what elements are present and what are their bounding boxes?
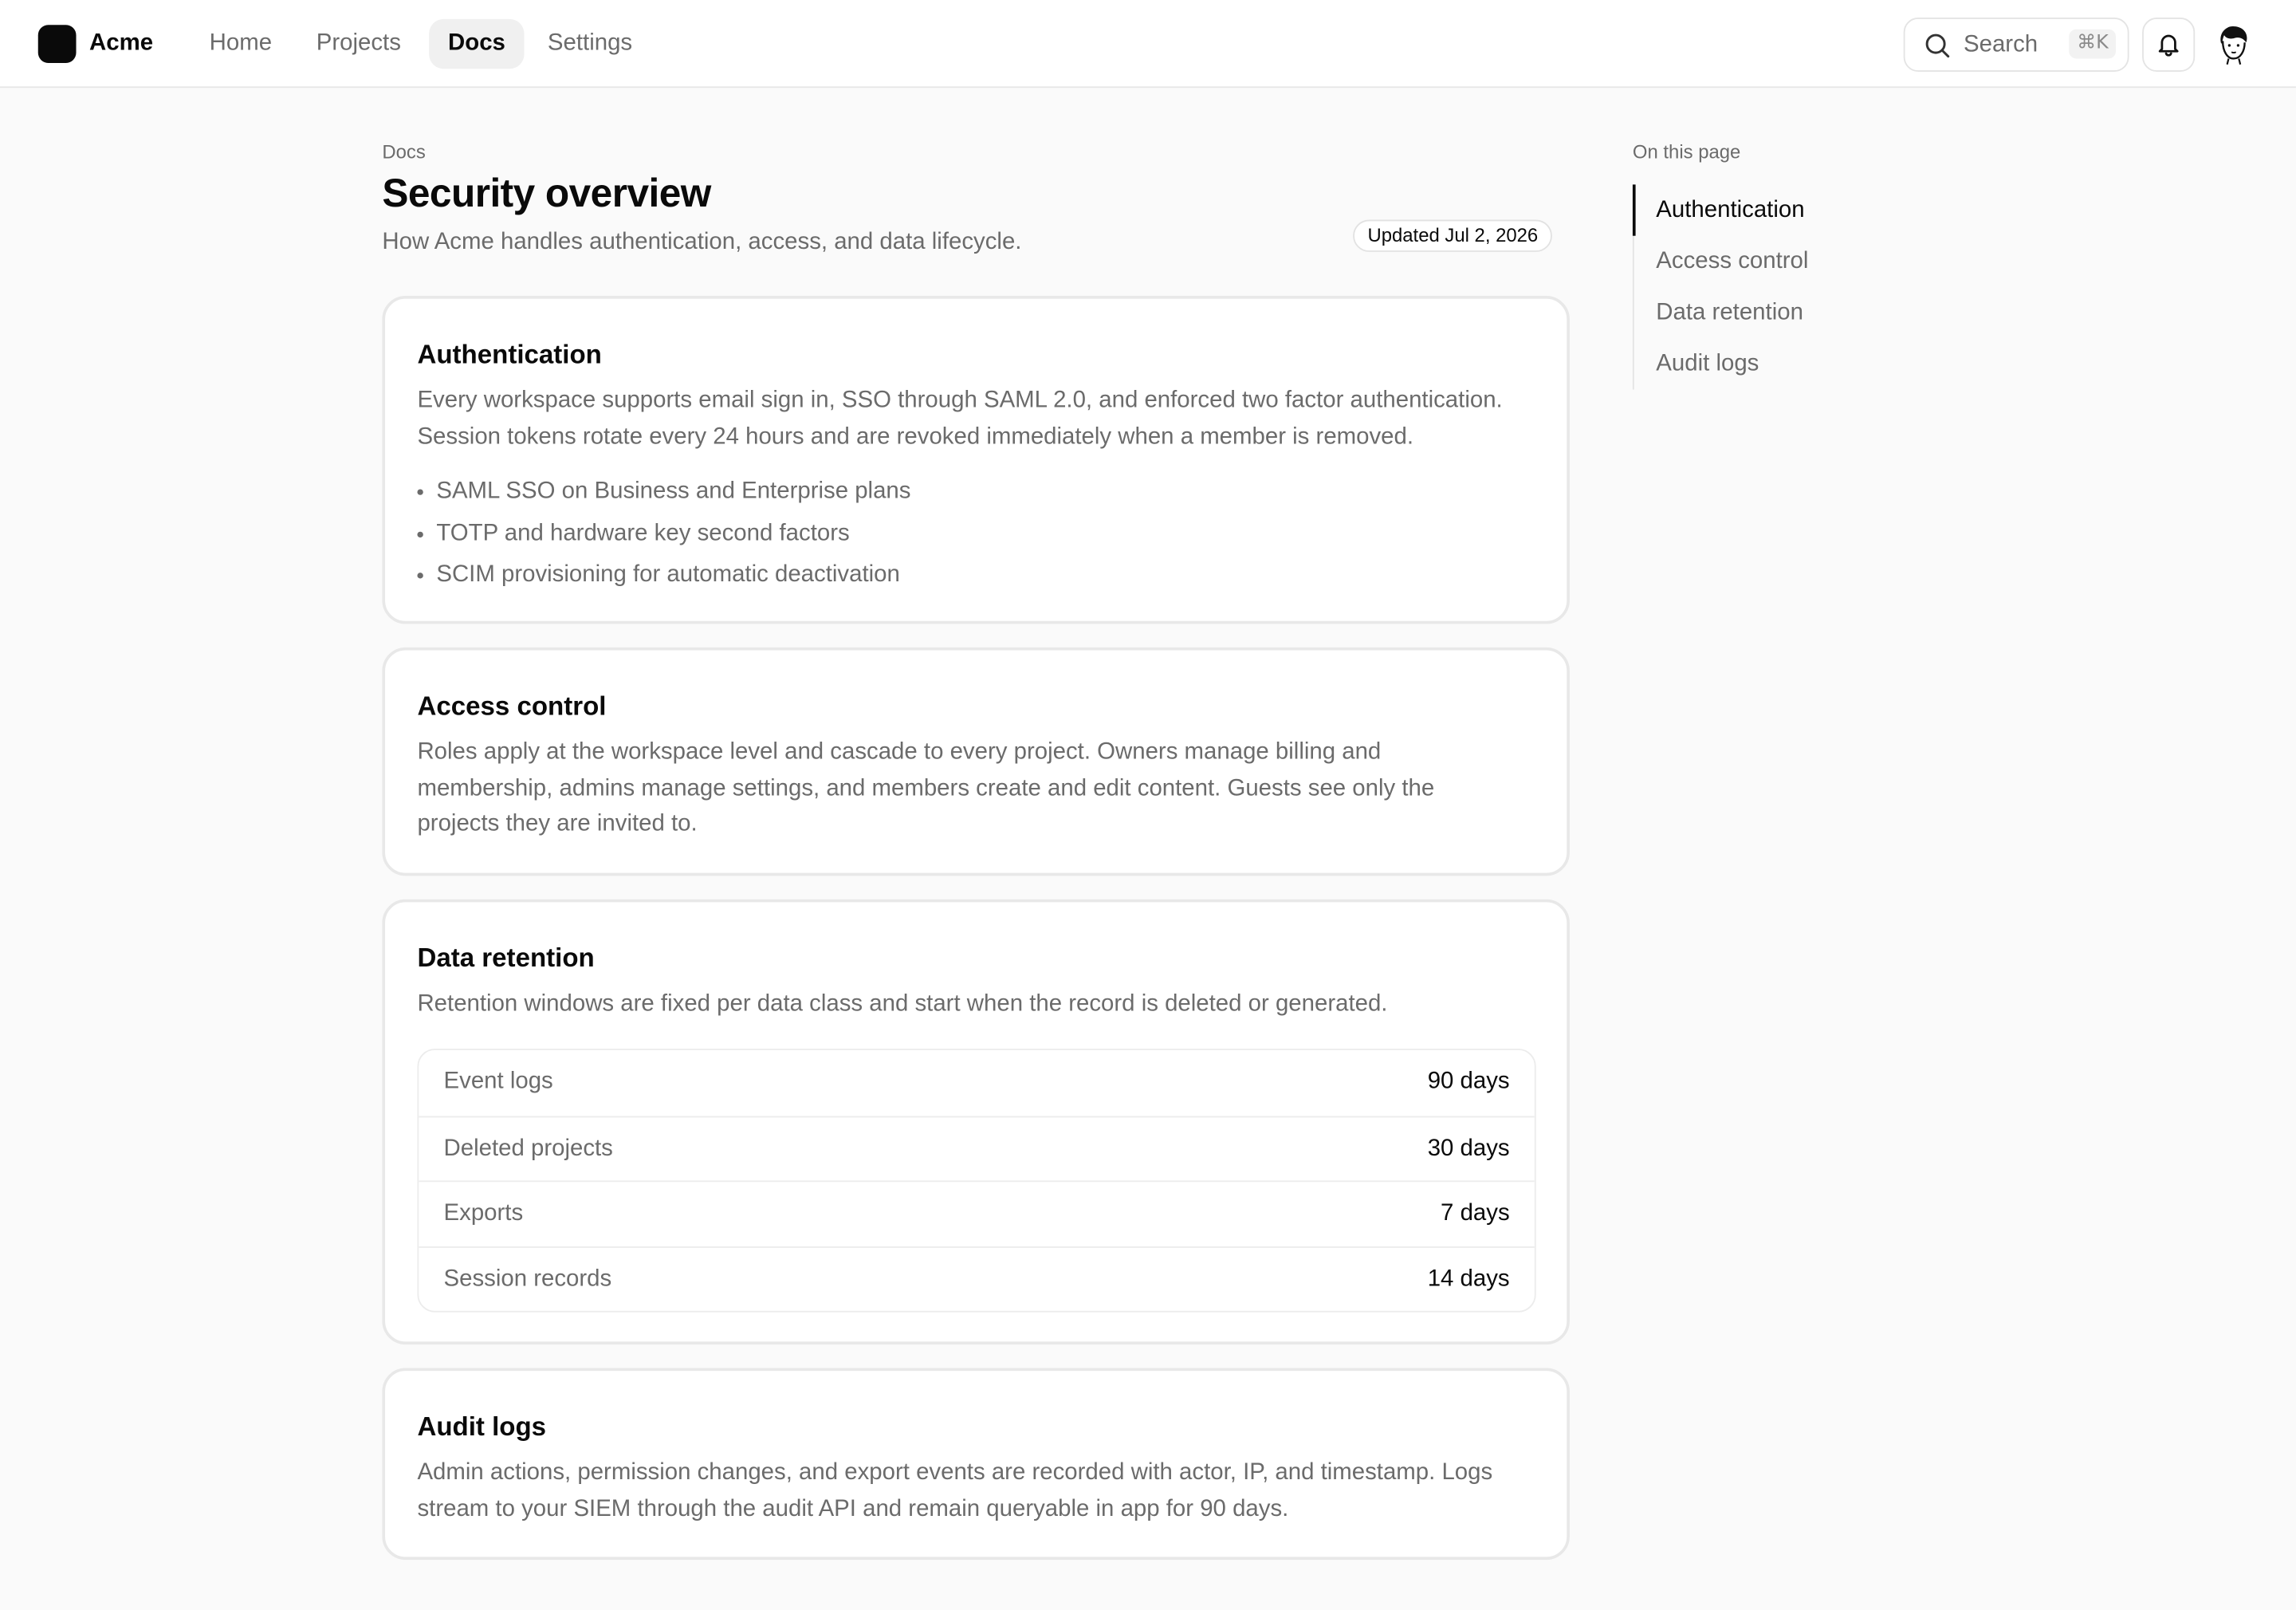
nav-home[interactable]: Home <box>191 19 291 69</box>
row-label: Session records <box>443 1266 612 1292</box>
list-item: SAML SSO on Business and Enterprise plan… <box>417 471 910 513</box>
toc-item-audit-logs[interactable]: Audit logs <box>1656 350 1759 380</box>
search-shortcut: ⌘K <box>2070 29 2117 59</box>
table-row: Session records 14 days <box>419 1246 1535 1312</box>
section-body: Roles apply at the workspace level and c… <box>417 739 1435 836</box>
avatar[interactable] <box>2211 22 2255 66</box>
section-body: Every workspace supports email sign in, … <box>417 388 1503 449</box>
toc-item-authentication[interactable]: Authentication <box>1656 196 1804 226</box>
section-title: Data retention <box>417 943 595 973</box>
toc-item-access-control[interactable]: Access control <box>1656 247 1808 277</box>
row-label: Exports <box>443 1201 524 1226</box>
section-audit-logs: Audit logs Admin actions, permission cha… <box>382 1368 1570 1561</box>
row-label: Event logs <box>443 1069 553 1095</box>
row-value: 90 days <box>1427 1069 1510 1095</box>
section-body: Retention windows are fixed per data cla… <box>417 991 1388 1017</box>
section-title: Authentication <box>417 340 602 369</box>
table-row: Exports 7 days <box>419 1180 1535 1246</box>
table-of-contents: Authentication Access control Data reten… <box>1632 184 1897 390</box>
feature-list: SAML SSO on Business and Enterprise plan… <box>417 471 910 596</box>
search-icon <box>1925 33 1950 58</box>
logo-icon[interactable] <box>37 25 77 63</box>
toc-item-data-retention[interactable]: Data retention <box>1656 299 1803 329</box>
notifications-button[interactable] <box>2142 18 2196 72</box>
table-row: Deleted projects 30 days <box>419 1115 1535 1181</box>
section-data-retention: Data retention Retention windows are fix… <box>382 899 1570 1345</box>
section-authentication: Authentication Every workspace supports … <box>382 296 1570 624</box>
row-value: 7 days <box>1441 1201 1510 1226</box>
list-item: TOTP and hardware key second factors <box>417 514 910 555</box>
brand-name[interactable]: Acme <box>89 30 153 59</box>
table-row: Event logs 90 days <box>419 1050 1535 1116</box>
bell-icon <box>2158 34 2179 57</box>
nav-settings[interactable]: Settings <box>529 19 651 69</box>
section-access-control: Access control Roles apply at the worksp… <box>382 647 1570 876</box>
page-title: Security overview <box>382 171 711 215</box>
retention-table: Event logs 90 days Deleted projects 30 d… <box>417 1049 1536 1313</box>
row-value: 30 days <box>1427 1136 1510 1161</box>
section-body: Admin actions, permission changes, and e… <box>417 1460 1493 1521</box>
row-value: 14 days <box>1427 1266 1510 1292</box>
nav-docs[interactable]: Docs <box>429 18 525 69</box>
breadcrumb[interactable]: Docs <box>382 140 425 163</box>
top-navigation: Acme Home Projects Docs Settings Search … <box>0 0 2296 89</box>
row-label: Deleted projects <box>443 1136 613 1161</box>
section-title: Access control <box>417 691 607 721</box>
section-title: Audit logs <box>417 1411 547 1442</box>
list-item: SCIM provisioning for automatic deactiva… <box>417 555 910 596</box>
search-button[interactable]: Search ⌘K <box>1903 18 2129 72</box>
toc-title: On this page <box>1632 140 1741 163</box>
updated-badge: Updated Jul 2, 2026 <box>1353 219 1553 252</box>
toc-active-indicator <box>1632 184 1636 236</box>
search-label: Search <box>1964 32 2038 57</box>
page-subtitle: How Acme handles authentication, access,… <box>382 230 1022 255</box>
nav-projects[interactable]: Projects <box>297 19 420 69</box>
